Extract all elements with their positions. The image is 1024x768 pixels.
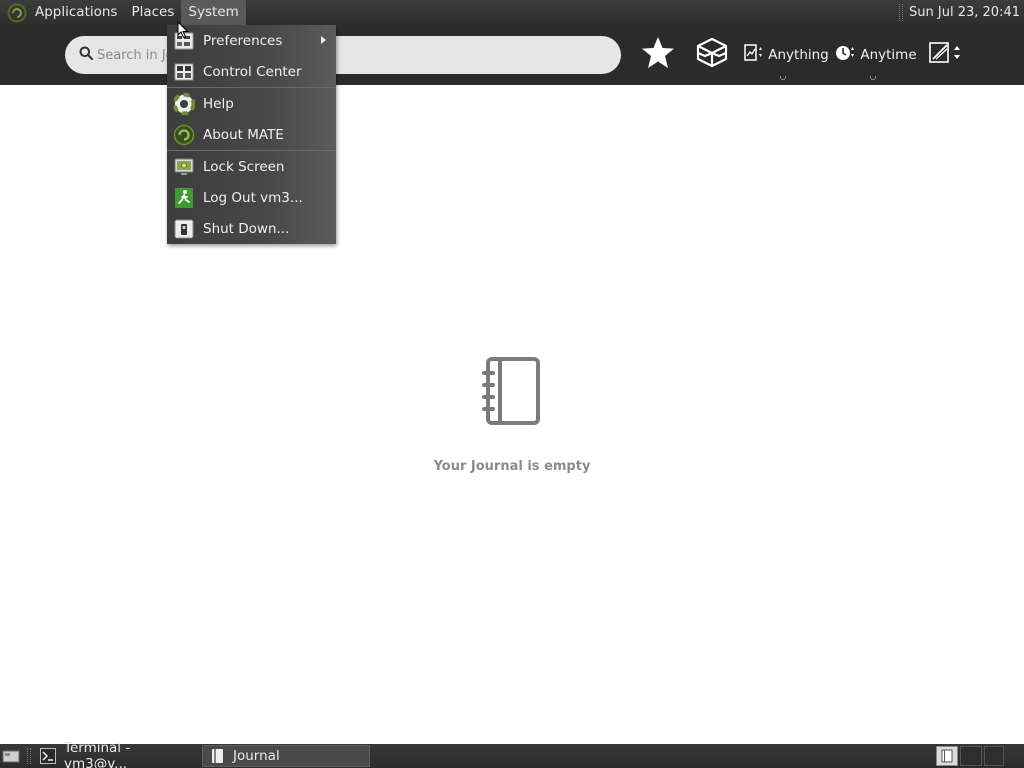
star-icon [640,35,676,75]
show-desktop-icon[interactable] [0,746,22,766]
menu-item-label: Help [203,95,234,112]
menu-item-label: Control Center [203,63,302,80]
journal-icon [209,748,225,764]
filter-indicator [780,76,786,80]
empty-journal-message: Your Journal is empty [433,459,591,474]
menu-item-label: Log Out vm3... [203,189,303,206]
clock[interactable]: Sun Jul 23, 20:41 [909,5,1024,20]
menu-item-control-center[interactable]: Control Center [167,56,336,87]
help-icon [173,92,195,115]
search-icon [79,46,94,64]
menu-item-label: Preferences [203,32,283,49]
panel-handle[interactable] [899,4,904,21]
menu-item-preferences[interactable]: Preferences [167,25,336,56]
workspace-2[interactable] [960,746,982,766]
menu-item-help[interactable]: Help [167,88,336,119]
menu-item-label: About MATE [203,126,284,143]
top-panel: Applications Places System Sun Jul 23, 2… [0,0,1024,25]
workspace-3[interactable] [984,746,1004,766]
dropbox-button[interactable] [692,35,732,75]
bottom-panel: Terminal - vm3@v... Journal [0,740,1024,768]
applications-menu[interactable]: Applications [28,0,124,25]
system-menu-button[interactable]: System [181,0,246,25]
log-out-icon [173,187,195,209]
submenu-arrow-icon [321,36,326,44]
filter-indicator [870,76,876,80]
anytime-filter-icon [835,43,857,67]
terminal-icon [40,748,56,764]
search-box[interactable] [65,36,621,74]
menu-item-lock-screen[interactable]: Lock Screen [167,151,336,182]
favorites-button[interactable] [639,35,677,75]
system-dropdown-menu: Preferences Control Center Help About MA… [167,25,336,244]
what-filter-label: Anything [768,47,829,63]
journal-toolbar: Anything Anytime [0,25,1024,85]
menu-item-label: Shut Down... [203,220,290,237]
task-terminal[interactable]: Terminal - vm3@v... [34,740,196,768]
sort-icon [927,40,963,70]
shut-down-icon [173,218,195,240]
journal-empty-state: Your Journal is empty [0,355,1024,474]
workspace-1[interactable] [936,746,958,766]
lock-screen-icon [173,156,195,178]
menu-item-about-mate[interactable]: About MATE [167,119,336,150]
top-panel-right: Sun Jul 23, 20:41 [899,0,1024,25]
mate-logo-icon[interactable] [6,2,28,24]
journal-notebook-icon [480,355,544,431]
sort-button[interactable] [926,35,964,75]
task-label: Terminal - vm3@v... [64,740,131,768]
when-filter-label: Anytime [860,47,917,63]
task-journal[interactable]: Journal [202,745,370,767]
menu-item-label: Lock Screen [203,158,285,175]
anything-filter-icon [743,43,765,67]
mouse-pointer-icon [177,20,189,43]
when-filter-button[interactable]: Anytime [835,35,917,75]
what-filter-button[interactable]: Anything [743,35,829,75]
mate-icon [173,124,195,146]
control-center-icon [173,61,195,83]
menu-item-shut-down[interactable]: Shut Down... [167,213,336,244]
places-menu[interactable]: Places [124,0,181,25]
task-label: Journal [233,748,280,764]
panel-handle[interactable] [27,748,31,764]
menu-item-log-out[interactable]: Log Out vm3... [167,182,336,213]
dropbox-icon [694,35,730,75]
